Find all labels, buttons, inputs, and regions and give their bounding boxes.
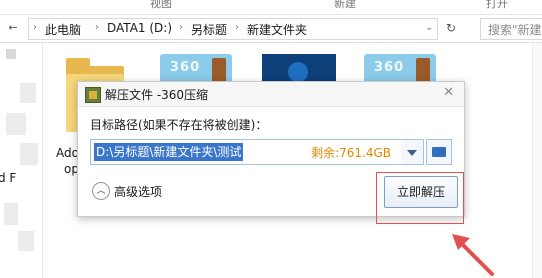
blurred-nav-item [20, 143, 38, 165]
blurred-nav-item [20, 83, 36, 103]
ribbon-label-new[interactable]: 新建 [334, 0, 356, 11]
back-arrow-icon[interactable]: ← [6, 21, 20, 35]
scrollbar[interactable] [532, 43, 542, 278]
breadcrumb-separator-icon[interactable]: › [235, 22, 239, 33]
target-path-label: 目标路径(如果不存在将被创建)： [90, 118, 268, 132]
browse-folder-button[interactable] [426, 139, 452, 165]
free-space-label: 剩余:761.4GB [311, 146, 391, 160]
annotation-highlight-box [376, 172, 464, 224]
dialog-title: 解压文件 -360压缩 [105, 88, 209, 102]
archive-overlay-text: 360 [170, 60, 201, 75]
pane-divider[interactable] [42, 43, 43, 278]
ribbon-label-open[interactable]: 打开 [486, 0, 508, 11]
dialog-title-bar[interactable]: 解压文件 -360压缩 ✕ [78, 82, 464, 107]
refresh-icon[interactable]: ↻ [440, 18, 462, 38]
breadcrumb-separator-icon[interactable]: › [95, 22, 99, 33]
breadcrumb-separator-icon: › [33, 22, 37, 33]
search-placeholder: 搜索"新建 [488, 23, 542, 37]
chevron-up-icon[interactable]: ︿ [92, 182, 110, 200]
chevron-down-icon[interactable]: ⌄ [425, 22, 433, 33]
ribbon-strip: 视图 新建 打开 [0, 0, 542, 15]
address-bar[interactable]: › 此电脑 › DATA1 (D:) › 另标题 › 新建文件夹 ⌄ [28, 18, 438, 40]
blurred-nav-item [4, 203, 18, 225]
blurred-nav-item [18, 231, 34, 251]
address-bar-row: ← › 此电脑 › DATA1 (D:) › 另标题 › 新建文件夹 ⌄ ↻ 搜… [0, 15, 542, 43]
search-input[interactable]: 搜索"新建 [480, 18, 542, 40]
target-path-input[interactable]: D:\另标题\新建文件夹\测试 剩余:761.4GB [90, 139, 420, 165]
target-path-value[interactable]: D:\另标题\新建文件夹\测试 [94, 143, 244, 161]
breadcrumb-this-pc[interactable]: 此电脑 [45, 21, 81, 38]
pin-icon[interactable] [6, 49, 16, 59]
360zip-app-icon [85, 87, 101, 103]
close-icon[interactable]: ✕ [443, 85, 454, 100]
breadcrumb-drive[interactable]: DATA1 (D:) [107, 21, 172, 35]
ribbon-label-view[interactable]: 视图 [150, 0, 172, 11]
archive-overlay-text: 360 [374, 60, 405, 75]
file-label[interactable]: Ado [56, 146, 79, 160]
nav-fragment-text: d F [0, 171, 17, 185]
breadcrumb-separator-icon[interactable]: › [179, 22, 183, 33]
annotation-arrow-icon [452, 234, 494, 276]
path-dropdown-button[interactable] [401, 139, 424, 165]
breadcrumb-folder-2[interactable]: 新建文件夹 [247, 21, 307, 38]
breadcrumb-folder-1[interactable]: 另标题 [191, 21, 227, 38]
navigation-pane: d F [0, 43, 40, 278]
blurred-nav-item [6, 113, 26, 135]
advanced-options-label[interactable]: 高级选项 [114, 183, 162, 200]
